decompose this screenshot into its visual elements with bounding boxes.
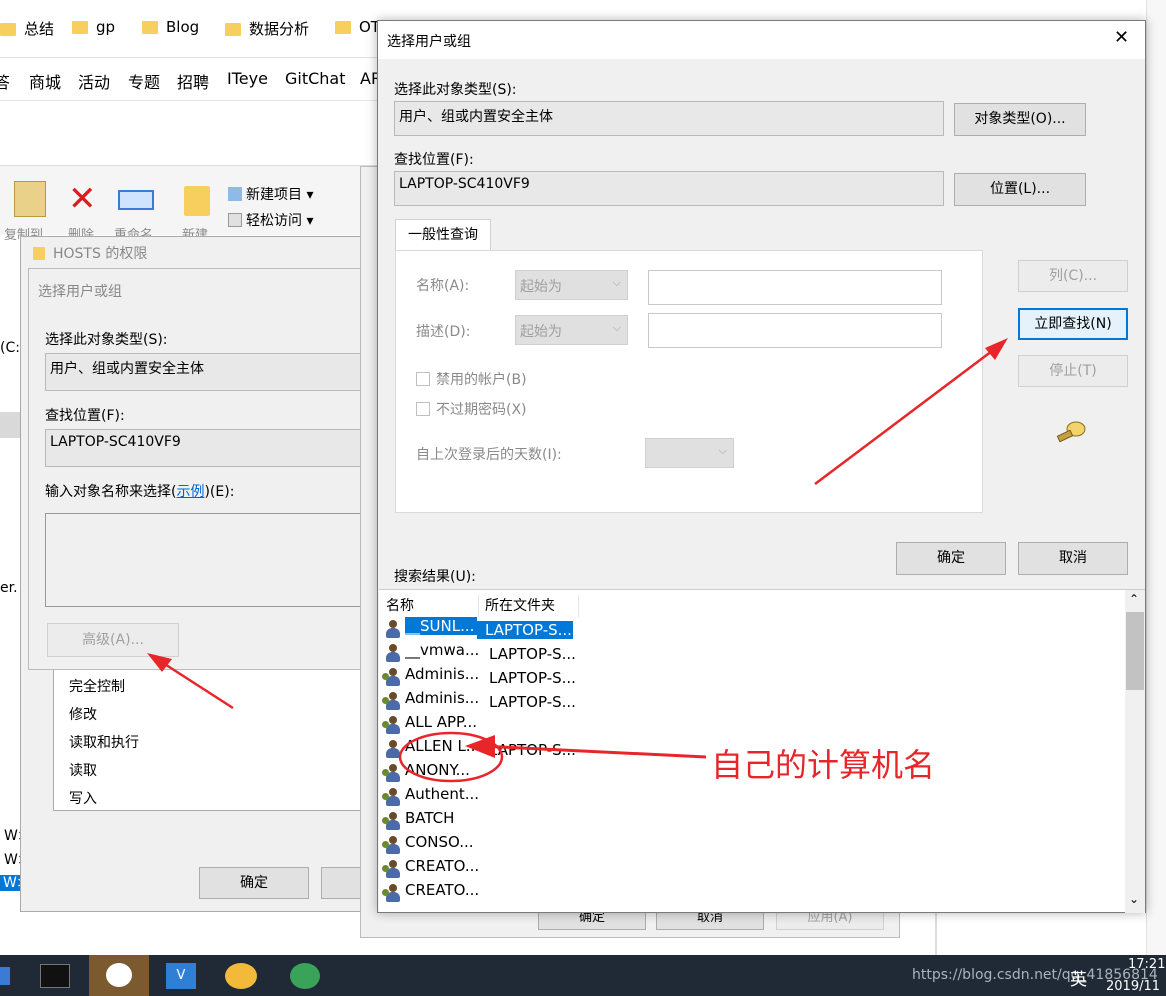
annotation-label: 自己的计算机名 xyxy=(711,746,936,784)
taskbar: V https://blog.csdn.net/qq_41856814 英 17… xyxy=(0,955,1166,996)
terminal-icon[interactable] xyxy=(40,964,70,988)
wechat-icon[interactable] xyxy=(89,955,149,996)
clock-date[interactable]: 2019/11 xyxy=(1106,979,1160,994)
network-app-icon[interactable] xyxy=(290,963,320,989)
annotation-arrows xyxy=(147,338,1008,783)
ime-indicator[interactable]: 英 xyxy=(1070,965,1087,990)
start-icon[interactable] xyxy=(0,967,10,985)
clock-time[interactable]: 17:21 xyxy=(1128,957,1165,972)
chat-bubbles-icon[interactable] xyxy=(225,963,257,989)
vscode-icon[interactable]: V xyxy=(166,963,196,989)
